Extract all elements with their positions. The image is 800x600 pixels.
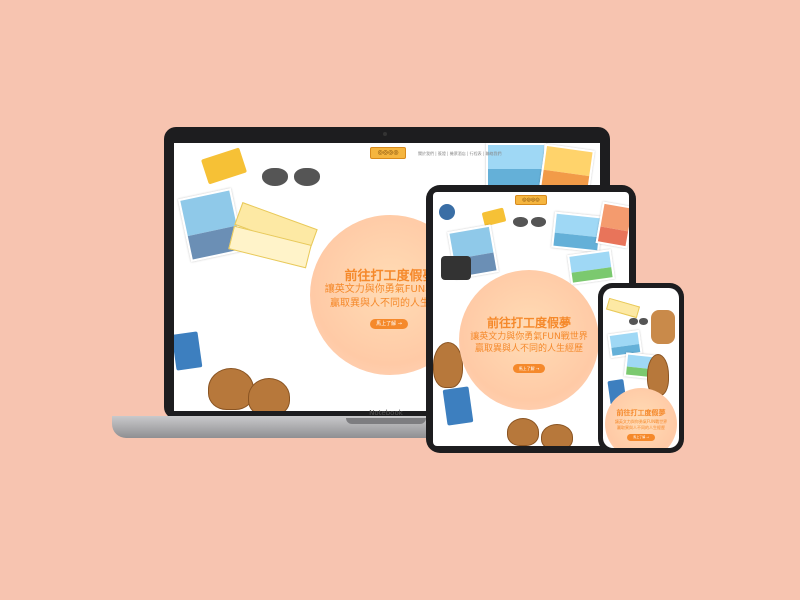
credit-card-illustration [481,207,507,227]
shoe-illustration [541,424,573,446]
camera-illustration [441,256,471,280]
shoe-illustration [507,418,539,446]
sunglasses-illustration [513,216,547,228]
top-navigation[interactable]: 關於我們 | 簽證 | 機票酒店 | 行程表 | 聯絡我們 [418,151,502,157]
hero-subtitle-line2: 贏取異與人不同的人生經歷 [617,425,665,430]
landscape-photo-illustration [567,249,615,285]
phone-screen: 前往打工度假夢 讓英文力與你勇氣FUN戰世界 贏取異與人不同的人生經歷 馬上了解… [603,288,679,448]
hero-title: 前往打工度假夢 [616,409,666,417]
laptop-camera [383,132,387,136]
hero-subtitle-line1: 讓英文力與你勇氣FUN戰世界 [614,419,668,424]
passport-illustration [442,386,474,426]
hero-title: 前往打工度假夢 [486,316,571,330]
resort-photo-illustration [486,143,546,187]
sunglasses-illustration [629,318,649,326]
laptop-notch [346,418,426,424]
laptop-brand-label: Notebook [369,409,403,417]
hero-subtitle-line1: 讓英文力與你勇氣FUN戰世界 [470,332,588,342]
resort-photo-illustration [551,211,603,253]
hero-subtitle-line2: 贏取異與人不同的人生經歷 [474,344,583,354]
site-logo[interactable]: ◎◎◎◎ [370,147,406,159]
shoe-illustration [248,378,290,411]
shoe-illustration [208,368,254,410]
credit-card-illustration [200,147,248,185]
site-logo[interactable]: ◎◎◎◎ [515,195,547,205]
passport-illustration [174,331,203,371]
eiffel-photo-illustration [595,201,629,249]
sunglasses-illustration [262,165,322,187]
learn-more-button[interactable]: 馬上了解 → [627,434,655,441]
compass-illustration [439,204,455,220]
learn-more-button[interactable]: 馬上了解 → [370,319,408,329]
learn-more-button[interactable]: 馬上了解 → [513,364,545,373]
backpack-illustration [651,310,675,344]
ticket-illustration [605,297,641,319]
